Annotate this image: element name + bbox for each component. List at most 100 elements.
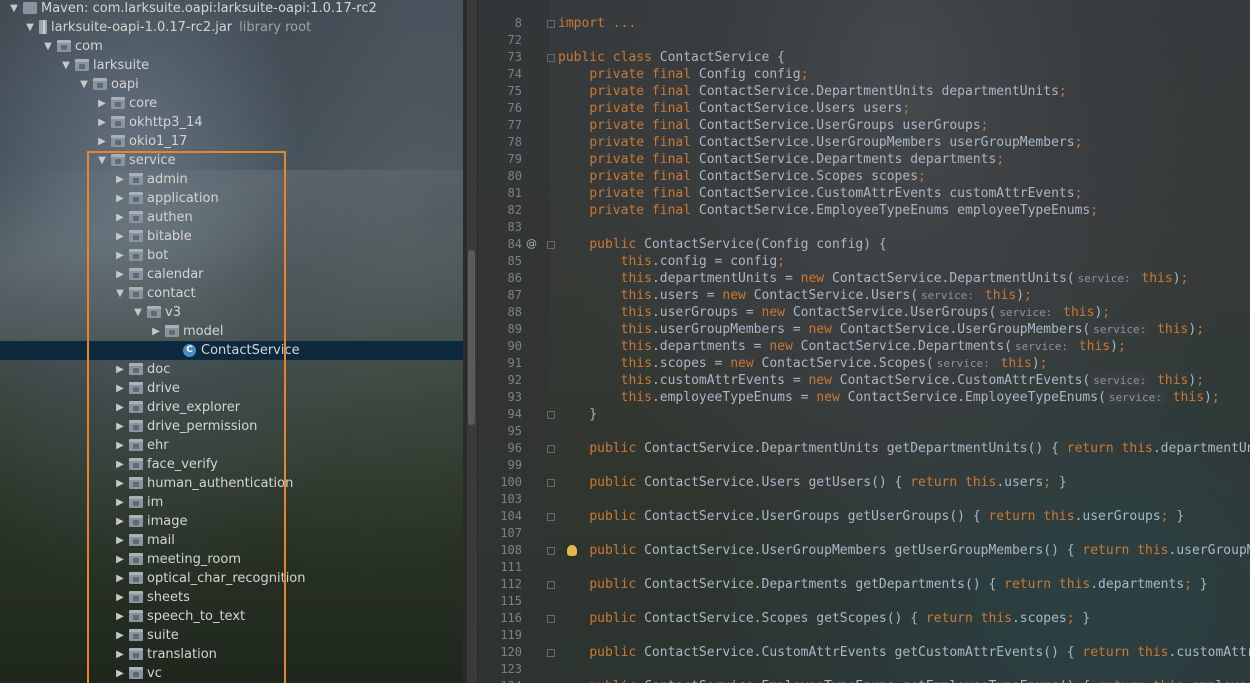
tree-node[interactable]: ▼ com	[0, 37, 463, 56]
fold-marker-icon[interactable]	[547, 581, 555, 589]
tree-node[interactable]: ▶ doc	[0, 360, 463, 379]
tree-node[interactable]: ▶ vc	[0, 664, 463, 683]
tree-node[interactable]: ▶ human_authentication	[0, 474, 463, 493]
tree-node[interactable]: ▶ okio1_17	[0, 132, 463, 151]
tree-node[interactable]: ▼ oapi	[0, 75, 463, 94]
tree-node[interactable]: ▶ application	[0, 189, 463, 208]
code-line[interactable]: public ContactService.DepartmentUnits ge…	[558, 440, 1250, 457]
code-line[interactable]: private final ContactService.DepartmentU…	[558, 83, 1066, 100]
tree-node[interactable]: ▼ larksuite	[0, 56, 463, 75]
tree-node[interactable]: ▶ ehr	[0, 436, 463, 455]
tree-node[interactable]: ▼ larksuite-oapi-1.0.17-rc2.jar library ro…	[0, 18, 463, 37]
tree-node[interactable]: C ContactService	[0, 341, 463, 360]
code-line[interactable]: public ContactService(Config config) {	[558, 236, 886, 253]
collapsed-arrow-icon[interactable]: ▶	[114, 531, 126, 550]
collapsed-arrow-icon[interactable]: ▶	[114, 550, 126, 569]
fold-marker-icon[interactable]	[547, 615, 555, 623]
tree-node[interactable]: ▶ calendar	[0, 265, 463, 284]
collapsed-arrow-icon[interactable]: ▶	[96, 113, 108, 132]
collapsed-arrow-icon[interactable]: ▶	[96, 132, 108, 151]
collapsed-arrow-icon[interactable]: ▶	[114, 265, 126, 284]
code-editor[interactable]: 8 72 73 74 75 76 77 78 79 80 81 82 83 84 85 86 87 88 89 90 9…	[478, 0, 1250, 683]
expanded-arrow-icon[interactable]: ▼	[78, 75, 90, 94]
fold-marker-icon[interactable]	[547, 241, 555, 249]
code-line[interactable]: private final ContactService.Departments…	[558, 151, 1004, 168]
tree-node[interactable]: ▼ service	[0, 151, 463, 170]
tree-node[interactable]: ▶ optical_char_recognition	[0, 569, 463, 588]
code-line[interactable]: private final Config config;	[558, 66, 808, 83]
collapsed-arrow-icon[interactable]: ▶	[114, 189, 126, 208]
fold-marker-icon[interactable]	[547, 445, 555, 453]
code-line[interactable]: this.customAttrEvents = new ContactServi…	[558, 372, 1204, 389]
code-line[interactable]: import ...	[558, 15, 636, 32]
code-line[interactable]: this.scopes = new ContactService.Scopes(…	[558, 355, 1048, 372]
tree-node[interactable]: ▼ contact	[0, 284, 463, 303]
collapsed-arrow-icon[interactable]: ▶	[114, 626, 126, 645]
tree-node[interactable]: ▶ speech_to_text	[0, 607, 463, 626]
fold-marker-icon[interactable]	[547, 513, 555, 521]
collapsed-arrow-icon[interactable]: ▶	[114, 398, 126, 417]
code-line[interactable]: this.employeeTypeEnums = new ContactServ…	[558, 389, 1220, 406]
collapsed-arrow-icon[interactable]: ▶	[114, 379, 126, 398]
expanded-arrow-icon[interactable]: ▼	[96, 151, 108, 170]
code-line[interactable]: this.userGroups = new ContactService.Use…	[558, 304, 1110, 321]
tree-node[interactable]: ▶ im	[0, 493, 463, 512]
code-line[interactable]: }	[558, 406, 597, 423]
collapsed-arrow-icon[interactable]: ▶	[114, 493, 126, 512]
tree-node[interactable]: ▼ Maven: com.larksuite.oapi:larksuite-oap…	[0, 0, 463, 18]
tree-node[interactable]: ▶ okhttp3_14	[0, 113, 463, 132]
tree-node[interactable]: ▶ drive_explorer	[0, 398, 463, 417]
tree-node[interactable]: ▶ suite	[0, 626, 463, 645]
tree-node[interactable]: ▶ admin	[0, 170, 463, 189]
collapsed-arrow-icon[interactable]: ▶	[114, 588, 126, 607]
code-line[interactable]: public ContactService.Scopes getScopes()…	[558, 610, 1090, 627]
tree-node[interactable]: ▼ v3	[0, 303, 463, 322]
collapsed-arrow-icon[interactable]: ▶	[114, 664, 126, 683]
tree-node[interactable]: ▶ bot	[0, 246, 463, 265]
tree-node[interactable]: ▶ drive	[0, 379, 463, 398]
code-line[interactable]: this.departmentUnits = new ContactServic…	[558, 270, 1189, 287]
code-line[interactable]: private final ContactService.Scopes scop…	[558, 168, 926, 185]
code-line[interactable]: public class ContactService {	[558, 49, 785, 66]
code-line[interactable]: private final ContactService.Users users…	[558, 100, 910, 117]
code-line[interactable]: public ContactService.UserGroupMembers g…	[558, 542, 1250, 559]
collapsed-arrow-icon[interactable]: ▶	[114, 569, 126, 588]
tree-node[interactable]: ▶ bitable	[0, 227, 463, 246]
fold-marker-icon[interactable]	[547, 20, 555, 28]
tree-node[interactable]: ▶ core	[0, 94, 463, 113]
code-line[interactable]: this.userGroupMembers = new ContactServi…	[558, 321, 1204, 338]
code-line[interactable]: public ContactService.UserGroups getUser…	[558, 508, 1184, 525]
code-line[interactable]: this.config = config;	[558, 253, 785, 270]
code-line[interactable]: public ContactService.CustomAttrEvents g…	[558, 644, 1250, 661]
collapsed-arrow-icon[interactable]: ▶	[114, 607, 126, 626]
expanded-arrow-icon[interactable]: ▼	[8, 0, 20, 18]
tree-node[interactable]: ▶ image	[0, 512, 463, 531]
code-line[interactable]: this.users = new ContactService.Users(se…	[558, 287, 1032, 304]
tree-node[interactable]: ▶ mail	[0, 531, 463, 550]
tree-node[interactable]: ▶ authen	[0, 208, 463, 227]
collapsed-arrow-icon[interactable]: ▶	[114, 227, 126, 246]
expanded-arrow-icon[interactable]: ▼	[60, 56, 72, 75]
tree-node[interactable]: ▶ meeting_room	[0, 550, 463, 569]
code-line[interactable]: public ContactService.Departments getDep…	[558, 576, 1207, 593]
tree-node[interactable]: ▶ drive_permission	[0, 417, 463, 436]
tree-node[interactable]: ▶ face_verify	[0, 455, 463, 474]
lightbulb-icon[interactable]	[567, 545, 577, 556]
fold-marker-icon[interactable]	[547, 649, 555, 657]
collapsed-arrow-icon[interactable]: ▶	[114, 512, 126, 531]
code-line[interactable]: private final ContactService.EmployeeTyp…	[558, 202, 1098, 219]
collapsed-arrow-icon[interactable]: ▶	[114, 455, 126, 474]
collapsed-arrow-icon[interactable]: ▶	[114, 246, 126, 265]
collapsed-arrow-icon[interactable]: ▶	[114, 208, 126, 227]
expanded-arrow-icon[interactable]: ▼	[42, 37, 54, 56]
expanded-arrow-icon[interactable]: ▼	[132, 303, 144, 322]
collapsed-arrow-icon[interactable]: ▶	[114, 436, 126, 455]
collapsed-arrow-icon[interactable]: ▶	[114, 360, 126, 379]
collapsed-arrow-icon[interactable]: ▶	[114, 417, 126, 436]
tree-node[interactable]: ▶ model	[0, 322, 463, 341]
code-line[interactable]: private final ContactService.CustomAttrE…	[558, 185, 1082, 202]
fold-marker-icon[interactable]	[547, 411, 555, 419]
code-line[interactable]: private final ContactService.UserGroupMe…	[558, 134, 1082, 151]
override-annotation-icon[interactable]: @	[526, 237, 537, 250]
collapsed-arrow-icon[interactable]: ▶	[114, 170, 126, 189]
